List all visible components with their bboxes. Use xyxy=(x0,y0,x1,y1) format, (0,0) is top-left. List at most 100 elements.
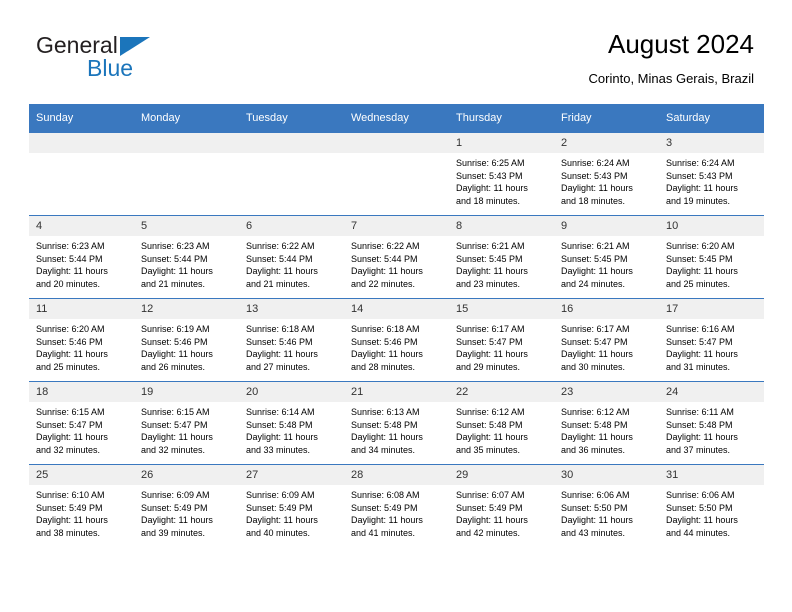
day-number: 6 xyxy=(239,216,344,236)
calendar-day-cell[interactable]: 1 Sunrise: 6:25 AM Sunset: 5:43 PM Daylight… xyxy=(449,132,554,216)
day-number: 27 xyxy=(239,465,344,485)
daylight-duration-line1: Daylight: 11 hours xyxy=(666,432,738,443)
day-number: 26 xyxy=(134,465,239,485)
daylight-duration-line2: and 32 minutes. xyxy=(141,444,206,455)
sunrise-time: Sunrise: 6:15 AM xyxy=(36,407,105,417)
daylight-duration-line1: Daylight: 11 hours xyxy=(246,266,318,277)
calendar-day-cell[interactable]: 5 Sunrise: 6:23 AM Sunset: 5:44 PM Daylight… xyxy=(134,215,239,299)
sunset-time: Sunset: 5:45 PM xyxy=(561,253,628,264)
daylight-duration-line1: Daylight: 11 hours xyxy=(456,266,528,277)
calendar-body: 1 Sunrise: 6:25 AM Sunset: 5:43 PM Daylight… xyxy=(29,132,764,548)
calendar-day-cell[interactable]: 8 Sunrise: 6:21 AM Sunset: 5:45 PM Daylight… xyxy=(449,215,554,299)
weekday-header-tuesday: Tuesday xyxy=(239,104,344,133)
calendar-day-cell[interactable]: 13 Sunrise: 6:18 AM Sunset: 5:46 PM Dayligh… xyxy=(239,298,344,382)
day-details: Sunrise: 6:25 AM Sunset: 5:43 PM Daylight:… xyxy=(449,153,554,207)
daylight-duration-line2: and 34 minutes. xyxy=(351,444,416,455)
calendar-week-row: 4 Sunrise: 6:23 AM Sunset: 5:44 PM Daylight… xyxy=(29,215,764,299)
daylight-duration-line2: and 31 minutes. xyxy=(666,361,731,372)
calendar-day-cell[interactable]: 2 Sunrise: 6:24 AM Sunset: 5:43 PM Daylight… xyxy=(554,132,659,216)
calendar-day-cell[interactable]: 30 Sunrise: 6:06 AM Sunset: 5:50 PM Dayligh… xyxy=(554,464,659,548)
sunrise-time: Sunrise: 6:06 AM xyxy=(666,490,735,500)
calendar-day-cell[interactable]: 16 Sunrise: 6:17 AM Sunset: 5:47 PM Dayligh… xyxy=(554,298,659,382)
daylight-duration-line2: and 43 minutes. xyxy=(561,527,626,538)
day-number: 18 xyxy=(29,382,134,402)
sunset-time: Sunset: 5:45 PM xyxy=(666,253,733,264)
day-number: 16 xyxy=(554,299,659,319)
day-details: Sunrise: 6:10 AM Sunset: 5:49 PM Daylight:… xyxy=(29,485,134,539)
calendar-day-cell[interactable]: 24 Sunrise: 6:11 AM Sunset: 5:48 PM Dayligh… xyxy=(659,381,764,465)
sunset-time: Sunset: 5:48 PM xyxy=(666,419,733,430)
daylight-duration-line1: Daylight: 11 hours xyxy=(141,349,213,360)
sunrise-time: Sunrise: 6:14 AM xyxy=(246,407,315,417)
daylight-duration-line1: Daylight: 11 hours xyxy=(456,432,528,443)
calendar-day-cell[interactable]: 28 Sunrise: 6:08 AM Sunset: 5:49 PM Dayligh… xyxy=(344,464,449,548)
day-details: Sunrise: 6:20 AM Sunset: 5:45 PM Daylight:… xyxy=(659,236,764,290)
calendar-day-cell[interactable]: 15 Sunrise: 6:17 AM Sunset: 5:47 PM Dayligh… xyxy=(449,298,554,382)
day-number xyxy=(29,133,134,153)
calendar-day-cell[interactable]: 18 Sunrise: 6:15 AM Sunset: 5:47 PM Dayligh… xyxy=(29,381,134,465)
sunset-time: Sunset: 5:48 PM xyxy=(351,419,418,430)
daylight-duration-line1: Daylight: 11 hours xyxy=(561,515,633,526)
day-number: 23 xyxy=(554,382,659,402)
calendar-day-cell[interactable]: 29 Sunrise: 6:07 AM Sunset: 5:49 PM Dayligh… xyxy=(449,464,554,548)
calendar-day-cell[interactable]: 14 Sunrise: 6:18 AM Sunset: 5:46 PM Dayligh… xyxy=(344,298,449,382)
calendar-day-cell[interactable]: 23 Sunrise: 6:12 AM Sunset: 5:48 PM Dayligh… xyxy=(554,381,659,465)
sunrise-time: Sunrise: 6:25 AM xyxy=(456,158,525,168)
calendar-day-cell[interactable]: 19 Sunrise: 6:15 AM Sunset: 5:47 PM Dayligh… xyxy=(134,381,239,465)
calendar-day-cell[interactable]: 21 Sunrise: 6:13 AM Sunset: 5:48 PM Dayligh… xyxy=(344,381,449,465)
day-number: 15 xyxy=(449,299,554,319)
sunset-time: Sunset: 5:50 PM xyxy=(666,502,733,513)
day-details: Sunrise: 6:12 AM Sunset: 5:48 PM Daylight:… xyxy=(554,402,659,456)
weekday-header-thursday: Thursday xyxy=(449,104,554,133)
calendar-page: General Blue August 2024 Corinto, Minas … xyxy=(0,0,792,612)
sunset-time: Sunset: 5:46 PM xyxy=(246,336,313,347)
day-details: Sunrise: 6:18 AM Sunset: 5:46 PM Daylight:… xyxy=(239,319,344,373)
weekday-header-friday: Friday xyxy=(554,104,659,133)
day-details: Sunrise: 6:14 AM Sunset: 5:48 PM Daylight:… xyxy=(239,402,344,456)
sunset-time: Sunset: 5:49 PM xyxy=(246,502,313,513)
daylight-duration-line2: and 40 minutes. xyxy=(246,527,311,538)
calendar-day-cell[interactable]: 17 Sunrise: 6:16 AM Sunset: 5:47 PM Dayligh… xyxy=(659,298,764,382)
calendar-day-cell[interactable]: 11 Sunrise: 6:20 AM Sunset: 5:46 PM Dayligh… xyxy=(29,298,134,382)
day-details: Sunrise: 6:19 AM Sunset: 5:46 PM Daylight:… xyxy=(134,319,239,373)
day-details: Sunrise: 6:06 AM Sunset: 5:50 PM Daylight:… xyxy=(659,485,764,539)
calendar-day-cell[interactable]: 12 Sunrise: 6:19 AM Sunset: 5:46 PM Dayligh… xyxy=(134,298,239,382)
day-number: 21 xyxy=(344,382,449,402)
day-number xyxy=(134,133,239,153)
daylight-duration-line2: and 21 minutes. xyxy=(246,278,311,289)
day-details: Sunrise: 6:11 AM Sunset: 5:48 PM Daylight:… xyxy=(659,402,764,456)
calendar-day-cell[interactable]: 9 Sunrise: 6:21 AM Sunset: 5:45 PM Daylight… xyxy=(554,215,659,299)
daylight-duration-line2: and 25 minutes. xyxy=(36,361,101,372)
calendar-day-cell[interactable]: 7 Sunrise: 6:22 AM Sunset: 5:44 PM Daylight… xyxy=(344,215,449,299)
day-number: 20 xyxy=(239,382,344,402)
daylight-duration-line1: Daylight: 11 hours xyxy=(561,266,633,277)
sunrise-time: Sunrise: 6:12 AM xyxy=(456,407,525,417)
calendar-day-cell[interactable]: 25 Sunrise: 6:10 AM Sunset: 5:49 PM Dayligh… xyxy=(29,464,134,548)
calendar-day-cell[interactable]: 4 Sunrise: 6:23 AM Sunset: 5:44 PM Daylight… xyxy=(29,215,134,299)
day-details: Sunrise: 6:08 AM Sunset: 5:49 PM Daylight:… xyxy=(344,485,449,539)
day-number: 9 xyxy=(554,216,659,236)
daylight-duration-line1: Daylight: 11 hours xyxy=(561,432,633,443)
calendar-day-cell[interactable]: 26 Sunrise: 6:09 AM Sunset: 5:49 PM Dayligh… xyxy=(134,464,239,548)
calendar-day-cell[interactable]: 6 Sunrise: 6:22 AM Sunset: 5:44 PM Daylight… xyxy=(239,215,344,299)
calendar-day-cell[interactable]: 20 Sunrise: 6:14 AM Sunset: 5:48 PM Dayligh… xyxy=(239,381,344,465)
day-details: Sunrise: 6:06 AM Sunset: 5:50 PM Daylight:… xyxy=(554,485,659,539)
calendar-day-cell[interactable]: 31 Sunrise: 6:06 AM Sunset: 5:50 PM Dayligh… xyxy=(659,464,764,548)
weekday-header-saturday: Saturday xyxy=(659,104,764,133)
calendar-cell-empty xyxy=(134,132,239,216)
day-details: Sunrise: 6:17 AM Sunset: 5:47 PM Daylight:… xyxy=(554,319,659,373)
sunset-time: Sunset: 5:48 PM xyxy=(456,419,523,430)
daylight-duration-line2: and 44 minutes. xyxy=(666,527,731,538)
sunset-time: Sunset: 5:48 PM xyxy=(246,419,313,430)
general-blue-logo[interactable]: General Blue xyxy=(36,32,266,84)
calendar-day-cell[interactable]: 22 Sunrise: 6:12 AM Sunset: 5:48 PM Dayligh… xyxy=(449,381,554,465)
sunset-time: Sunset: 5:49 PM xyxy=(351,502,418,513)
daylight-duration-line2: and 27 minutes. xyxy=(246,361,311,372)
day-number: 14 xyxy=(344,299,449,319)
day-details: Sunrise: 6:23 AM Sunset: 5:44 PM Daylight:… xyxy=(29,236,134,290)
calendar-day-cell[interactable]: 10 Sunrise: 6:20 AM Sunset: 5:45 PM Dayligh… xyxy=(659,215,764,299)
sunset-time: Sunset: 5:44 PM xyxy=(351,253,418,264)
calendar-day-cell[interactable]: 3 Sunrise: 6:24 AM Sunset: 5:43 PM Daylight… xyxy=(659,132,764,216)
calendar-day-cell[interactable]: 27 Sunrise: 6:09 AM Sunset: 5:49 PM Dayligh… xyxy=(239,464,344,548)
sunset-time: Sunset: 5:49 PM xyxy=(141,502,208,513)
